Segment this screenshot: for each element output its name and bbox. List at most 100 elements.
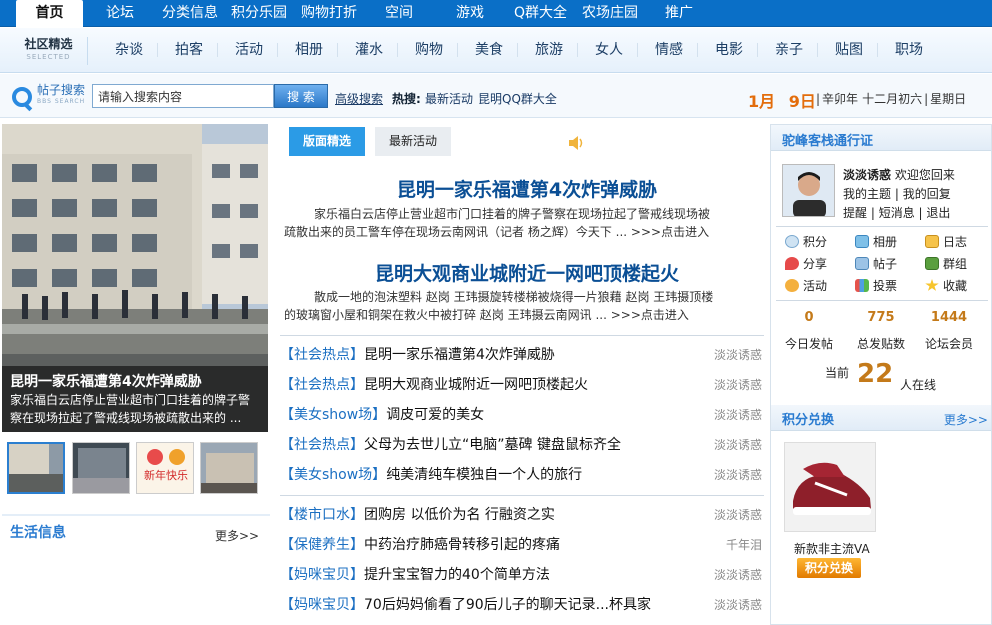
slideshow-title[interactable]: 昆明一家乐福遭第4次炸弹威胁 <box>10 371 202 391</box>
category-link[interactable]: 亲子 <box>775 40 803 60</box>
news-item[interactable]: 【妈咪宝贝】提升宝宝智力的40个简单方法 淡淡诱惑 <box>280 565 764 585</box>
slideshow-thumb[interactable] <box>7 442 65 494</box>
posts-link[interactable]: 帖子 <box>855 255 897 272</box>
feature-headline[interactable]: 昆明一家乐福遭第4次炸弹威胁 <box>292 175 762 202</box>
tab-latest-activity[interactable]: 最新活动 <box>375 127 451 156</box>
logout-link[interactable]: 退出 <box>926 206 950 220</box>
category-link[interactable]: 灌水 <box>355 40 383 60</box>
news-title[interactable]: 纯美清纯车模独自一个人的旅行 <box>386 467 582 483</box>
news-author[interactable]: 淡淡诱惑 <box>714 405 762 425</box>
news-item[interactable]: 【妈咪宝贝】70后妈妈偷看了90后儿子的聊天记录...杯具家 淡淡诱惑 <box>280 595 764 615</box>
category-link[interactable]: 相册 <box>295 40 323 60</box>
news-category[interactable]: 【保健养生】 <box>280 537 364 553</box>
life-more-link[interactable]: 更多>> <box>215 527 259 544</box>
news-author[interactable]: 淡淡诱惑 <box>714 505 762 525</box>
news-title[interactable]: 昆明一家乐福遭第4次炸弹威胁 <box>364 347 555 363</box>
category-link[interactable]: 贴图 <box>835 40 863 60</box>
news-title[interactable]: 中药治疗肺癌骨转移引起的疼痛 <box>364 537 560 553</box>
my-replies-link[interactable]: 我的回复 <box>903 187 951 201</box>
nav-forum[interactable]: 论坛 <box>106 0 134 27</box>
news-author[interactable]: 千年泪 <box>726 535 762 555</box>
activity-link[interactable]: 活动 <box>785 277 827 294</box>
news-category[interactable]: 【社会热点】 <box>280 437 364 453</box>
speaker-icon[interactable] <box>568 136 584 150</box>
points-link[interactable]: 积分 <box>785 233 827 250</box>
feature-more-link[interactable]: >>>点击进入 <box>611 308 689 322</box>
category-link[interactable]: 购物 <box>415 40 443 60</box>
news-category[interactable]: 【美女show场】 <box>280 407 386 423</box>
news-category[interactable]: 【楼市口水】 <box>280 507 364 523</box>
slideshow-thumb[interactable] <box>200 442 258 494</box>
news-item[interactable]: 【美女show场】调皮可爱的美女 淡淡诱惑 <box>280 405 764 425</box>
news-item[interactable]: 【楼市口水】团购房 以低价为名 行融资之实 淡淡诱惑 <box>280 505 764 525</box>
slideshow-thumb[interactable]: 新年快乐 <box>136 442 194 494</box>
remind-link[interactable]: 提醒 <box>843 206 867 220</box>
news-title[interactable]: 父母为去世儿立“电脑”墓碑 键盘鼠标齐全 <box>364 437 621 453</box>
news-author[interactable]: 淡淡诱惑 <box>714 595 762 615</box>
nav-space[interactable]: 空间 <box>385 0 413 27</box>
nav-classified[interactable]: 分类信息 <box>162 0 218 27</box>
news-item[interactable]: 【美女show场】纯美清纯车模独自一个人的旅行 淡淡诱惑 <box>280 465 764 485</box>
category-link[interactable]: 女人 <box>595 40 623 60</box>
category-link[interactable]: 杂谈 <box>115 40 143 60</box>
nav-home[interactable]: 首页 <box>16 0 83 27</box>
pm-link[interactable]: 短消息 <box>879 206 915 220</box>
news-author[interactable]: 淡淡诱惑 <box>714 465 762 485</box>
category-link[interactable]: 旅游 <box>535 40 563 60</box>
vote-link[interactable]: 投票 <box>855 277 897 294</box>
category-link[interactable]: 活动 <box>235 40 263 60</box>
news-author[interactable]: 淡淡诱惑 <box>714 565 762 585</box>
feature-more-link[interactable]: >>>点击进入 <box>631 225 709 239</box>
news-category[interactable]: 【妈咪宝贝】 <box>280 567 364 583</box>
favorites-link[interactable]: 收藏 <box>925 277 967 294</box>
share-link[interactable]: 分享 <box>785 255 827 272</box>
redeem-button[interactable]: 积分兑换 <box>797 558 861 578</box>
exchange-more-link[interactable]: 更多>> <box>944 411 988 428</box>
search-button[interactable]: 搜 索 <box>274 84 328 108</box>
news-category[interactable]: 【妈咪宝贝】 <box>280 597 364 613</box>
username-link[interactable]: 淡淡诱惑 <box>843 168 891 182</box>
news-item[interactable]: 【社会热点】昆明一家乐福遭第4次炸弹威胁 淡淡诱惑 <box>280 345 764 365</box>
nav-points[interactable]: 积分乐园 <box>231 0 287 27</box>
feature-headline[interactable]: 昆明大观商业城附近一网吧顶楼起火 <box>292 259 762 286</box>
news-title[interactable]: 提升宝宝智力的40个简单方法 <box>364 567 550 583</box>
news-title[interactable]: 70后妈妈偷看了90后儿子的聊天记录...杯具家 <box>364 597 651 613</box>
news-author[interactable]: 淡淡诱惑 <box>714 435 762 455</box>
search-input[interactable] <box>92 84 274 108</box>
my-topics-link[interactable]: 我的主题 <box>843 187 891 201</box>
news-title[interactable]: 调皮可爱的美女 <box>386 407 484 423</box>
category-link[interactable]: 拍客 <box>175 40 203 60</box>
nav-farm[interactable]: 农场庄园 <box>582 0 638 27</box>
news-category[interactable]: 【美女show场】 <box>280 467 386 483</box>
advanced-search-link[interactable]: 高级搜索 <box>335 90 383 107</box>
category-link[interactable]: 美食 <box>475 40 503 60</box>
avatar[interactable] <box>782 164 835 217</box>
news-title[interactable]: 昆明大观商业城附近一网吧顶楼起火 <box>364 377 588 393</box>
hot-search-link[interactable]: 最新活动 <box>425 90 473 107</box>
link-label: 日志 <box>943 235 968 249</box>
hot-search-link[interactable]: 昆明QQ群大全 <box>478 90 557 107</box>
news-title[interactable]: 团购房 以低价为名 行融资之实 <box>364 507 555 523</box>
news-category[interactable]: 【社会热点】 <box>280 377 364 393</box>
divider <box>457 43 458 57</box>
nav-games[interactable]: 游戏 <box>456 0 484 27</box>
groups-link[interactable]: 群组 <box>925 255 967 272</box>
album-link[interactable]: 相册 <box>855 233 897 250</box>
product-name[interactable]: 新款非主流VA <box>794 540 870 557</box>
news-category[interactable]: 【社会热点】 <box>280 347 364 363</box>
blog-link[interactable]: 日志 <box>925 233 967 250</box>
news-item[interactable]: 【社会热点】昆明大观商业城附近一网吧顶楼起火 淡淡诱惑 <box>280 375 764 395</box>
category-link[interactable]: 职场 <box>895 40 923 60</box>
nav-shopping[interactable]: 购物打折 <box>301 0 357 27</box>
news-item[interactable]: 【保健养生】中药治疗肺癌骨转移引起的疼痛 千年泪 <box>280 535 764 555</box>
category-link[interactable]: 情感 <box>655 40 683 60</box>
product-image[interactable] <box>784 442 876 532</box>
news-author[interactable]: 淡淡诱惑 <box>714 345 762 365</box>
slideshow-thumb[interactable] <box>72 442 130 494</box>
news-item[interactable]: 【社会热点】父母为去世儿立“电脑”墓碑 键盘鼠标齐全 淡淡诱惑 <box>280 435 764 455</box>
nav-promote[interactable]: 推广 <box>665 0 693 27</box>
nav-qq-groups[interactable]: Q群大全 <box>514 0 567 27</box>
category-link[interactable]: 电影 <box>715 40 743 60</box>
tab-selected[interactable]: 版面精选 <box>289 127 365 156</box>
news-author[interactable]: 淡淡诱惑 <box>714 375 762 395</box>
